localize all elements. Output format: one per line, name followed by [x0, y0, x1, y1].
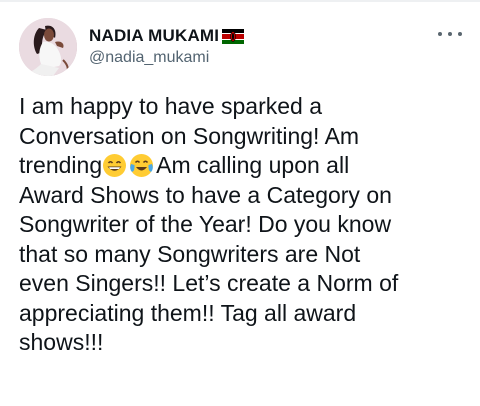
- tweet-line: shows!!!: [19, 329, 104, 355]
- profile-photo-icon: [19, 18, 77, 76]
- tears-of-joy-icon: [129, 153, 154, 178]
- top-divider: [0, 0, 480, 2]
- tweet-line-segment: trending: [19, 152, 103, 178]
- tweet-text: I am happy to have sparked a Conversatio…: [19, 92, 464, 358]
- author-name-row: NADIA MUKAMI: [89, 25, 245, 47]
- dot: [458, 32, 462, 36]
- tweet-line: Songwriter of the Year! Do you know: [19, 211, 392, 237]
- avatar[interactable]: [19, 18, 77, 76]
- tweet-line-segment: Am calling upon all: [156, 152, 350, 178]
- tweet-line: trending Am calling upon all: [19, 151, 464, 181]
- tweet-line: Conversation on Songwriting! Am: [19, 122, 360, 149]
- tweet-line: that so many Songwriters are Not: [19, 240, 361, 267]
- grinning-face-icon: [102, 153, 127, 178]
- tweet-line: appreciating them!! Tag all award: [19, 299, 357, 326]
- tweet-line: Award Shows to have a Category on: [19, 181, 392, 208]
- more-options-icon[interactable]: [438, 28, 462, 40]
- dot: [438, 32, 442, 36]
- display-name[interactable]: NADIA MUKAMI: [89, 26, 219, 46]
- author-handle[interactable]: @nadia_mukami: [89, 49, 209, 67]
- tweet-line: I am happy to have sparked a: [19, 93, 323, 119]
- tweet-line: even Singers!! Let’s create a Norm of: [19, 270, 399, 296]
- kenya-flag-icon: [222, 28, 245, 44]
- dot: [448, 32, 452, 36]
